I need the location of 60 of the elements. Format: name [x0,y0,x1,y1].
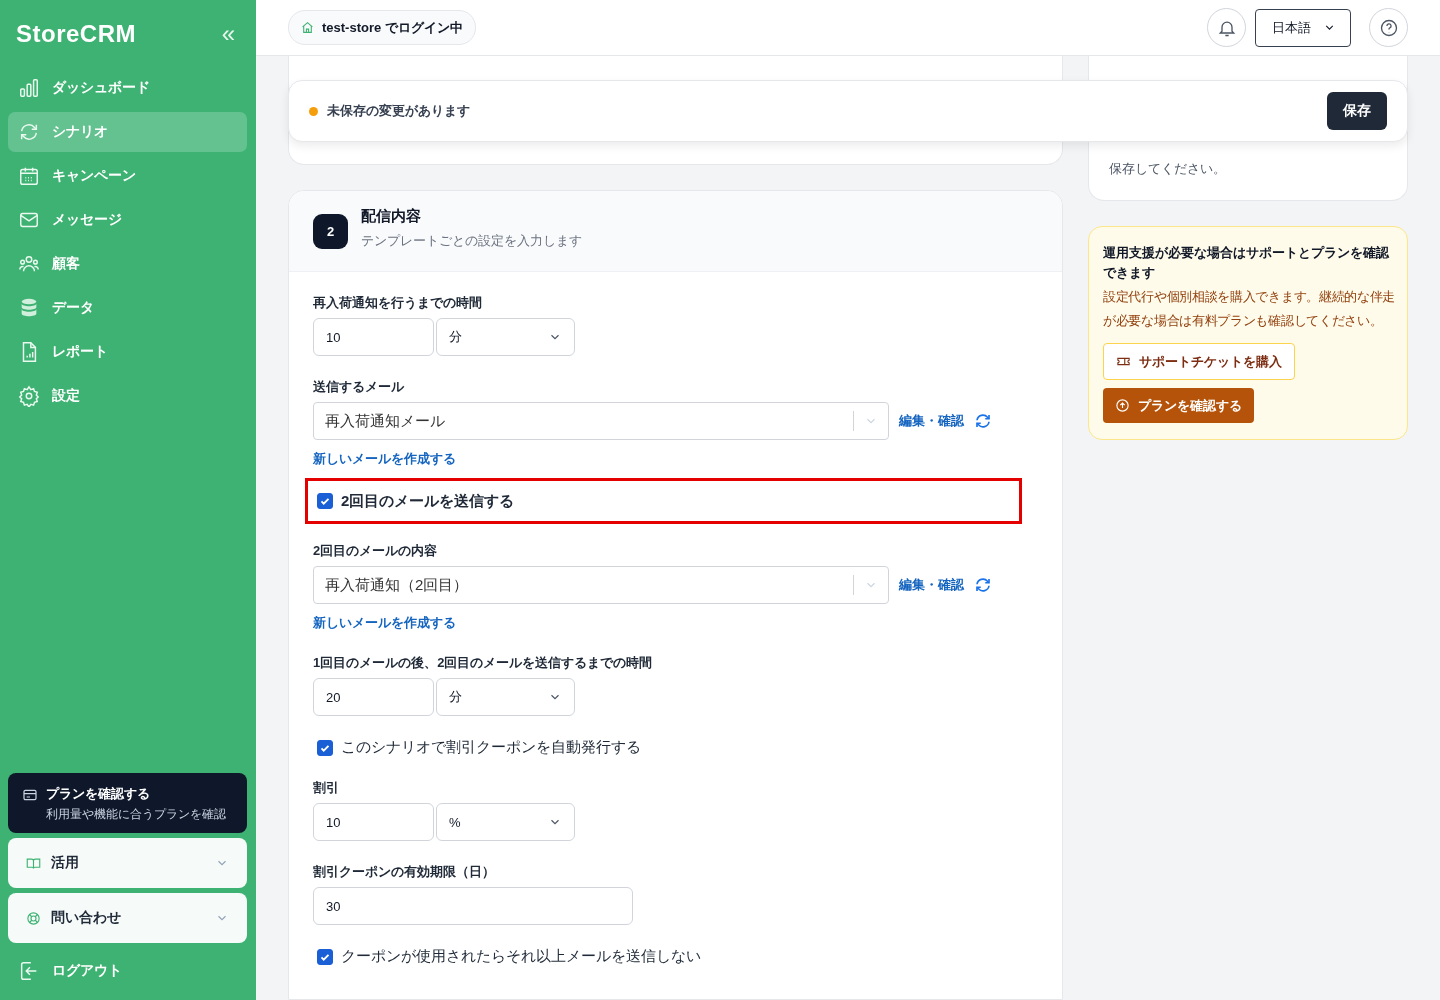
status-dot [309,106,318,116]
store-badge-text: test-store でログイン中 [322,18,463,37]
checkbox[interactable] [317,739,333,756]
checkbox[interactable] [317,948,333,965]
number-field[interactable]: 20 [313,678,434,716]
lifebuoy-icon [26,910,41,926]
field-label: 1回目のメールの後、2回目のメールを送信するまでの時間 [313,654,654,672]
checkbox-label: このシナリオで割引クーポンを自動発行する [341,738,641,757]
credit-card-icon [22,787,38,803]
support-title: 運用支援が必要な場合はサポートとプランを確認できます [1103,244,1390,282]
bar-chart-icon [18,77,40,99]
help-icon [1378,17,1399,38]
unit-select[interactable]: 分 [436,318,575,356]
logo: StoreCRM [16,20,136,48]
plan-card-subtitle: 利用量や機能に合うプランを確認 [46,806,226,823]
create-link[interactable]: 新しいメールを作成する [313,450,456,468]
plan-card-title: プランを確認する [46,785,151,803]
unit-select[interactable]: 分 [436,678,575,716]
plan-button[interactable]: プランを確認する [1103,388,1254,423]
plan-card[interactable]: プランを確認する 利用量や機能に合うプランを確認 [8,773,247,833]
email-select[interactable]: 再入荷通知メール [313,402,889,440]
field-label: 2回目のメールの内容 [313,542,439,560]
edit-link[interactable]: 編集・確認 [899,412,964,430]
book-icon [26,855,41,871]
accordion-header[interactable]: 活用 [8,838,247,888]
refresh-icon[interactable] [974,576,992,594]
support-text: 設定代行や個別相談を購入できます。継続的な伴走が必要な場合は有料プランも確認してください。 [1103,289,1397,330]
section-title: 配信内容 [361,206,422,226]
accordion-label: 問い合わせ [51,909,122,927]
settings-icon [18,385,40,407]
field-label: 再入荷通知を行うまでの時間 [313,294,483,312]
number-field[interactable]: 10 [313,318,434,356]
create-link[interactable]: 新しいメールを作成する [313,614,456,632]
save-button[interactable]: 保存 [1327,92,1387,130]
calendar-icon [18,165,40,187]
refresh-icon[interactable] [974,412,992,430]
edit-link[interactable]: 編集・確認 [899,576,964,594]
unit-select[interactable]: % [436,803,575,841]
unsaved-message: 未保存の変更があります [327,102,471,120]
accordion-label: 活用 [51,854,80,872]
help-button[interactable] [1369,8,1408,47]
refresh-icon [18,121,40,143]
notification-button[interactable] [1207,8,1246,47]
arrow-up-circle-icon [1115,398,1130,413]
ticket-button[interactable]: サポートチケットを購入 [1103,343,1295,380]
step-number: 2 [313,213,348,249]
field-label: 割引クーポンの有効期限（日） [313,863,496,881]
checkbox[interactable] [317,493,333,509]
home-icon [301,21,314,34]
checkbox-label: 2回目のメールを送信する [341,491,515,511]
checkbox-label: クーポンが使用されたらそれ以上メールを送信しない [341,947,701,966]
field-label: 送信するメール [313,378,405,396]
info-text: 保存してください。 [1109,160,1226,178]
field-label: 割引 [313,779,340,797]
accordion-header[interactable]: 問い合わせ [8,893,247,943]
number-field[interactable]: 10 [313,803,434,841]
language-select[interactable]: 日本語 [1255,8,1351,47]
email-select[interactable]: 再入荷通知（2回目） [313,566,889,604]
section-subtitle: テンプレートごとの設定を入力します [361,231,582,250]
number-field[interactable]: 30 [313,887,633,925]
